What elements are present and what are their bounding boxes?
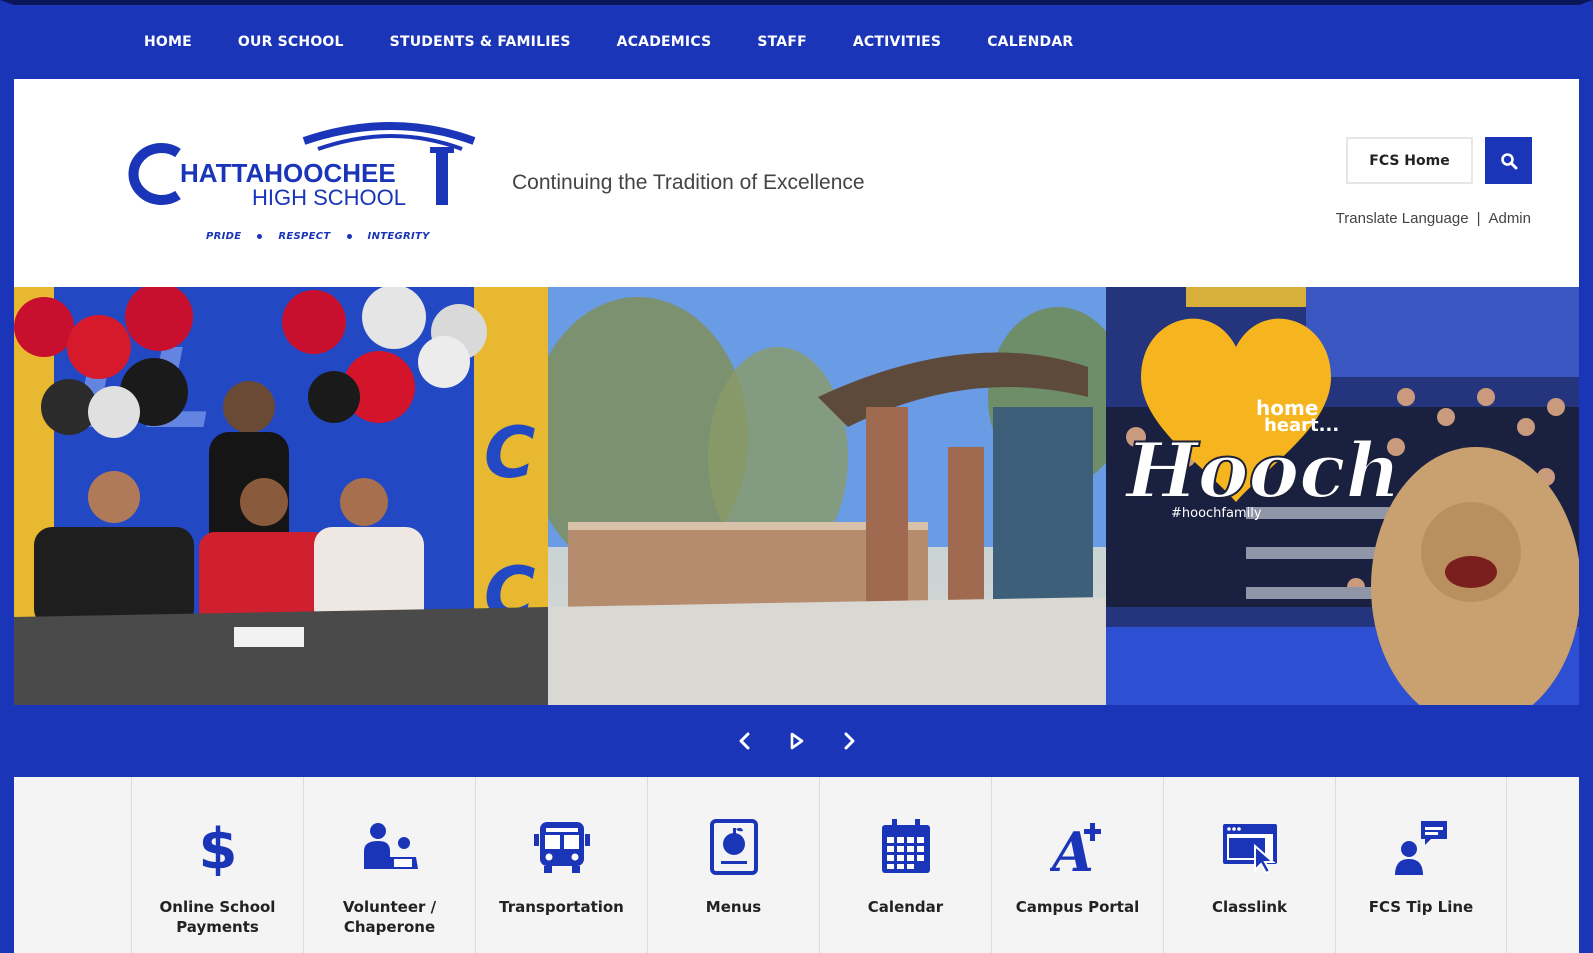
banner-photo-hooch-family: home heart... Hooch #hoochfamily <box>1106 287 1579 705</box>
quicklink-campus-portal[interactable]: A Campus Portal <box>991 777 1163 953</box>
search-icon <box>1500 152 1517 169</box>
nav-students-families[interactable]: STUDENTS & FAMILIES <box>390 34 571 50</box>
quicklink-label: Classlink <box>1211 898 1288 916</box>
nav-academics[interactable]: ACADEMICS <box>617 34 712 50</box>
quicklink-transportation[interactable]: Transportation <box>475 777 647 953</box>
hero-slideshow: LL C C <box>14 287 1579 705</box>
quicklink-label: Campus Portal <box>1015 898 1140 916</box>
calendar-icon <box>874 815 938 879</box>
hooch-family-illustration: home heart... Hooch #hoochfamily <box>1106 287 1579 705</box>
utility-separator: | <box>1476 210 1481 227</box>
quicklink-label: Menus <box>705 898 762 916</box>
bus-icon <box>530 815 594 879</box>
utility-links: Translate Language | Admin <box>1336 210 1531 227</box>
quick-links: $ Online School Payments Volunteer / Cha… <box>14 777 1579 953</box>
nav-our-school[interactable]: OUR SCHOOL <box>238 34 344 50</box>
nav-home[interactable]: HOME <box>144 34 192 50</box>
motto-dot-icon <box>257 233 263 239</box>
nav-activities[interactable]: ACTIVITIES <box>853 34 941 50</box>
volunteer-icon <box>358 815 422 879</box>
admin-link[interactable]: Admin <box>1488 210 1531 227</box>
quicklink-menus[interactable]: Menus <box>647 777 819 953</box>
school-logo-graphic: HATTAHOOCHEE HIGH SCHOOL <box>128 122 476 210</box>
banner-photo-signing-day: LL C C <box>14 287 548 705</box>
svg-text:C: C <box>484 412 535 494</box>
previous-slide-button[interactable] <box>725 721 765 761</box>
quicklink-calendar[interactable]: Calendar <box>819 777 991 953</box>
quicklink-label: Online School Payments <box>159 898 276 936</box>
apple-menu-icon <box>702 815 766 879</box>
play-icon <box>790 732 803 750</box>
browser-cursor-icon <box>1218 815 1282 879</box>
logo-name-line2: HIGH SCHOOL <box>252 185 406 210</box>
hooch-hashtag-text: #hoochfamily <box>1171 506 1262 521</box>
motto-integrity: INTEGRITY <box>367 231 430 242</box>
motto-dot-icon <box>346 233 352 239</box>
chevron-left-icon <box>739 732 749 750</box>
nav-staff[interactable]: STAFF <box>757 34 807 50</box>
quicklink-label: Volunteer / Chaperone <box>342 898 437 936</box>
quicklink-label: FCS Tip Line <box>1368 898 1474 916</box>
play-slideshow-button[interactable] <box>777 721 817 761</box>
hooch-script-text: Hooch <box>1124 426 1401 515</box>
next-slide-button[interactable] <box>829 721 869 761</box>
quicklink-classlink[interactable]: Classlink <box>1163 777 1335 953</box>
banner-photo-school-building <box>548 287 1106 705</box>
quicklink-volunteer-chaperone[interactable]: Volunteer / Chaperone <box>303 777 475 953</box>
main-nav: HOME OUR SCHOOL STUDENTS & FAMILIES ACAD… <box>14 5 1579 79</box>
quicklink-label: Transportation <box>499 898 624 916</box>
motto-pride: PRIDE <box>206 231 242 242</box>
logo-mottos: PRIDE RESPECT INTEGRITY <box>206 231 430 242</box>
motto-respect: RESPECT <box>278 231 331 242</box>
fcs-home-button[interactable]: FCS Home <box>1346 137 1473 184</box>
quicklink-online-school-payments[interactable]: $ Online School Payments <box>131 777 303 953</box>
svg-text:$: $ <box>198 818 237 876</box>
signing-day-illustration: LL C C <box>14 287 548 705</box>
site-tagline: Continuing the Tradition of Excellence <box>512 171 865 194</box>
translate-language-link[interactable]: Translate Language <box>1336 210 1469 227</box>
chevron-right-icon <box>844 732 854 750</box>
slideshow-controls <box>14 705 1579 777</box>
school-building-illustration <box>548 287 1106 705</box>
school-logo[interactable]: HATTAHOOCHEE HIGH SCHOOL <box>122 119 482 249</box>
svg-text:A: A <box>1050 820 1094 875</box>
person-chat-icon <box>1389 815 1453 879</box>
dollar-icon: $ <box>186 815 250 879</box>
site-header: HATTAHOOCHEE HIGH SCHOOL PRIDE RESPECT INT… <box>14 79 1579 287</box>
quicklink-label: Calendar <box>867 898 944 916</box>
search-button[interactable] <box>1485 137 1532 184</box>
grade-a-plus-icon: A <box>1046 815 1110 879</box>
nav-calendar[interactable]: CALENDAR <box>987 34 1073 50</box>
logo-name-line1: HATTAHOOCHEE <box>180 158 396 188</box>
quicklink-fcs-tip-line[interactable]: FCS Tip Line <box>1335 777 1507 953</box>
